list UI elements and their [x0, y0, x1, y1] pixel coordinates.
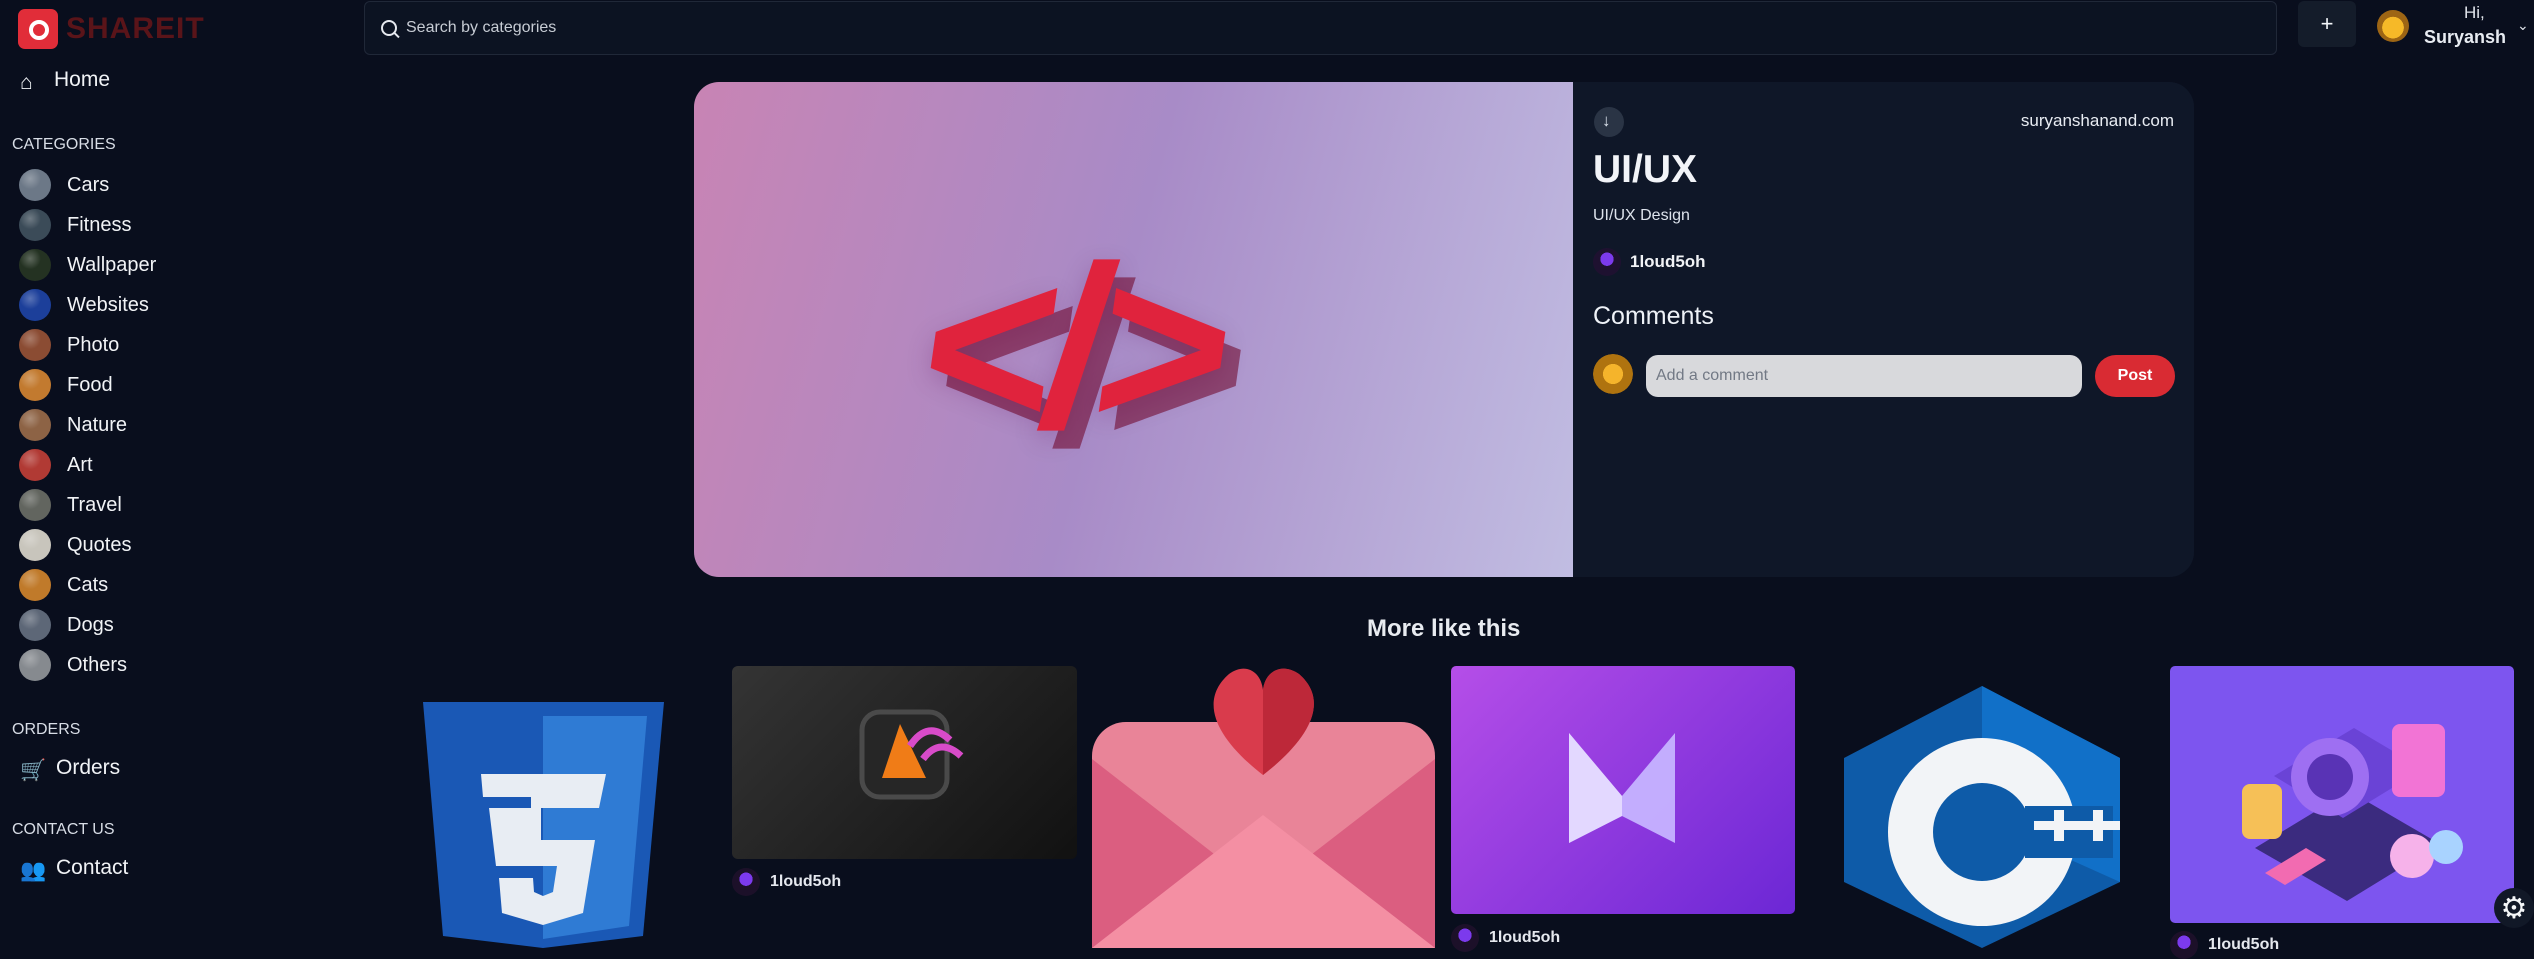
- category-label: Art: [67, 453, 93, 476]
- category-item[interactable]: Dogs: [19, 605, 156, 645]
- brand-logo[interactable]: SHAREIT: [18, 6, 205, 52]
- isometric-illustration-thumbnail[interactable]: [2170, 666, 2514, 923]
- category-label: Dogs: [67, 613, 114, 636]
- author-name: 1loud5oh: [2208, 936, 2280, 953]
- orders-label: Orders: [56, 756, 121, 779]
- author-name: 1loud5oh: [1489, 929, 1561, 946]
- author-avatar: [1593, 248, 1621, 276]
- category-thumbnail: [19, 609, 51, 641]
- author-avatar: [732, 868, 760, 896]
- category-list: Cars Fitness Wallpaper Websites Photo Fo…: [19, 165, 156, 685]
- author-avatar: [2170, 931, 2198, 959]
- category-thumbnail: [19, 369, 51, 401]
- download-icon[interactable]: [1594, 107, 1624, 137]
- user-name: Suryansh: [2424, 27, 2507, 47]
- source-link[interactable]: suryanshanand.com: [2021, 111, 2174, 131]
- author-name: 1loud5oh: [1630, 252, 1706, 271]
- pin-detail-card: </> suryanshanand.com UI/UX UI/UX Design…: [694, 82, 2194, 577]
- pin-details-panel: suryanshanand.com UI/UX UI/UX Design 1lo…: [1573, 82, 2194, 577]
- home-icon: ⌂: [20, 71, 33, 94]
- thumbnail-author[interactable]: 1loud5oh: [732, 868, 841, 896]
- comments-heading: Comments: [1593, 302, 1714, 330]
- search-bar[interactable]: [364, 1, 2277, 55]
- categories-heading: CATEGORIES: [12, 136, 116, 153]
- category-label: Fitness: [67, 213, 132, 236]
- settings-gear-icon[interactable]: ⚙: [2494, 888, 2534, 928]
- comment-avatar: [1593, 354, 1633, 394]
- category-label: Wallpaper: [67, 253, 157, 276]
- orders-link[interactable]: 🛒 Orders: [20, 756, 121, 782]
- category-item[interactable]: Art: [19, 445, 156, 485]
- search-input[interactable]: [404, 10, 2238, 46]
- author-name: 1loud5oh: [770, 873, 842, 890]
- contact-label: Contact: [56, 856, 129, 879]
- category-thumbnail: [19, 529, 51, 561]
- category-label: Travel: [67, 493, 122, 516]
- home-link[interactable]: ⌂ Home: [20, 68, 111, 94]
- category-label: Cats: [67, 573, 109, 596]
- post-button[interactable]: Post: [2095, 355, 2175, 397]
- category-thumbnail: [19, 289, 51, 321]
- category-label: Food: [67, 373, 113, 396]
- chevron-down-icon[interactable]: ⌄: [2517, 17, 2529, 34]
- category-thumbnail: [19, 649, 51, 681]
- category-item[interactable]: Others: [19, 645, 156, 685]
- add-pin-button[interactable]: +: [2298, 1, 2356, 47]
- cart-icon: 🛒: [20, 759, 47, 782]
- category-item[interactable]: Cars: [19, 165, 156, 205]
- brand-name: SHAREIT: [66, 12, 205, 45]
- pin-author[interactable]: 1loud5oh: [1593, 248, 1706, 276]
- user-menu[interactable]: Hi, Suryansh ⌄: [2377, 2, 2529, 50]
- category-item[interactable]: Cats: [19, 565, 156, 605]
- home-label: Home: [54, 68, 111, 91]
- category-item[interactable]: Websites: [19, 285, 156, 325]
- cpp-logo-thumbnail[interactable]: [1844, 686, 2120, 948]
- category-item[interactable]: Photo: [19, 325, 156, 365]
- comment-input[interactable]: [1646, 355, 2082, 397]
- category-thumbnail: [19, 569, 51, 601]
- search-icon: [381, 20, 397, 36]
- category-thumbnail: [19, 329, 51, 361]
- motion-design-thumbnail[interactable]: [732, 666, 1077, 859]
- code-brackets-icon: </>: [906, 218, 1239, 475]
- pin-title: UI/UX: [1593, 148, 1698, 191]
- category-label: Quotes: [67, 533, 132, 556]
- contact-link[interactable]: 👥 Contact: [20, 856, 129, 882]
- pin-image: </>: [694, 82, 1573, 577]
- thumbnail-author[interactable]: 1loud5oh: [2170, 931, 2279, 959]
- category-item[interactable]: Fitness: [19, 205, 156, 245]
- left-sidebar: SHAREIT ⌂ Home CATEGORIES Cars Fitness W…: [0, 0, 350, 948]
- category-label: Cars: [67, 173, 110, 196]
- category-thumbnail: [19, 489, 51, 521]
- pin-description: UI/UX Design: [1593, 207, 1690, 224]
- contact-heading: CONTACT US: [12, 821, 115, 838]
- css3-thumbnail[interactable]: [421, 700, 666, 948]
- category-label: Websites: [67, 293, 149, 316]
- maze-logo-thumbnail[interactable]: [1451, 666, 1795, 914]
- more-like-this-heading: More like this: [1367, 615, 1521, 642]
- category-thumbnail: [19, 249, 51, 281]
- user-avatar[interactable]: [2377, 10, 2409, 42]
- envelope-heart-thumbnail[interactable]: [1092, 662, 1435, 948]
- category-thumbnail: [19, 209, 51, 241]
- camera-logo-icon: [18, 9, 58, 49]
- category-label: Nature: [67, 413, 128, 436]
- greeting-text: Hi,: [2464, 3, 2485, 22]
- category-item[interactable]: Food: [19, 365, 156, 405]
- category-thumbnail: [19, 169, 51, 201]
- category-label: Others: [67, 653, 128, 676]
- category-label: Photo: [67, 333, 120, 356]
- category-thumbnail: [19, 409, 51, 441]
- category-item[interactable]: Travel: [19, 485, 156, 525]
- category-item[interactable]: Quotes: [19, 525, 156, 565]
- category-thumbnail: [19, 449, 51, 481]
- orders-heading: ORDERS: [12, 721, 81, 738]
- category-item[interactable]: Nature: [19, 405, 156, 445]
- contact-icon: 👥: [20, 859, 47, 882]
- category-item[interactable]: Wallpaper: [19, 245, 156, 285]
